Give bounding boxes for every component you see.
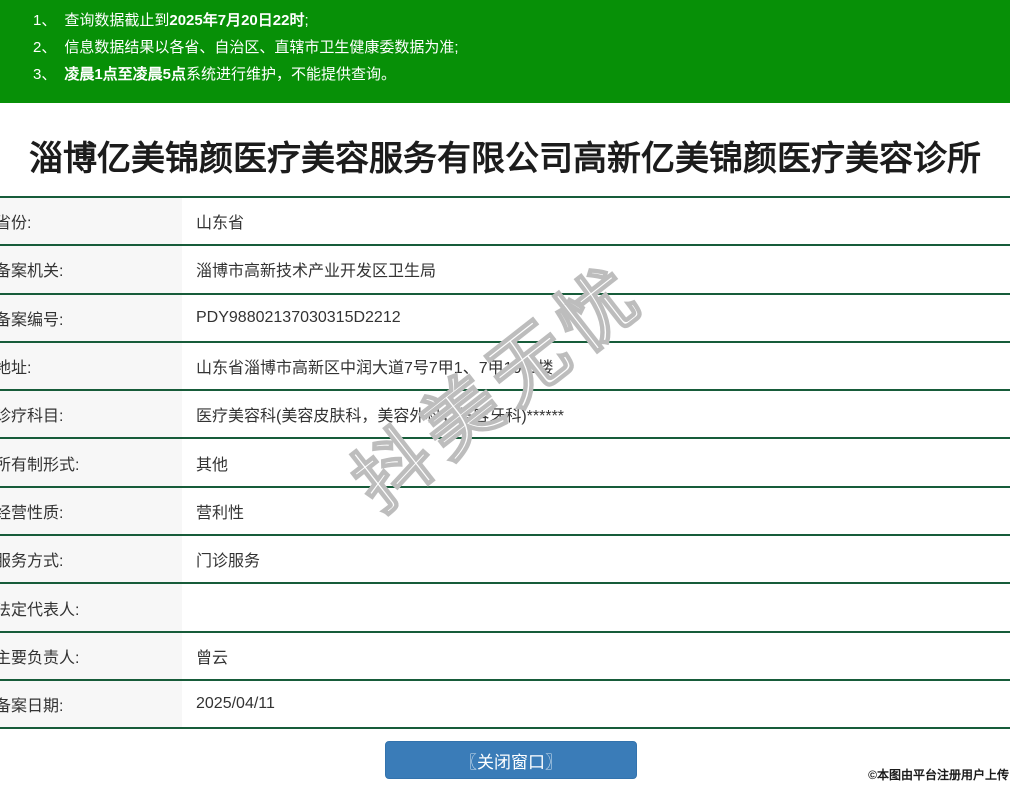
row-value: 2025/04/11 <box>182 695 1010 713</box>
notice-text-bold: 2025年7月20日22时 <box>169 12 304 29</box>
row-label: 经营性质: <box>0 488 182 534</box>
row-value: PDY98802137030315D2212 <box>182 309 1010 327</box>
table-row: 备案机关: 淄博市高新技术产业开发区卫生局 <box>0 244 1010 292</box>
notice-line: 3、凌晨1点至凌晨5点系统进行维护，不能提供查询。 <box>0 61 1010 88</box>
row-value: 曾云 <box>182 644 1010 668</box>
row-label: 服务方式: <box>0 536 182 582</box>
row-label: 备案日期: <box>0 681 182 727</box>
row-label: 所有制形式: <box>0 439 182 485</box>
row-value: 营利性 <box>182 499 1010 523</box>
notice-line: 1、查询数据截止到2025年7月20日22时; <box>0 7 1010 34</box>
row-value: 医疗美容科(美容皮肤科，美容外科，美容牙科)****** <box>182 402 1010 426</box>
table-row: 备案日期: 2025/04/11 <box>0 679 1010 727</box>
row-label: 备案机关: <box>0 246 182 292</box>
notice-banner: 1、查询数据截止到2025年7月20日22时; 2、信息数据结果以各省、自治区、… <box>0 0 1010 103</box>
table-row: 法定代表人: <box>0 582 1010 630</box>
info-table: 省份: 山东省 备案机关: 淄博市高新技术产业开发区卫生局 备案编号: PDY9… <box>0 196 1010 729</box>
table-row: 经营性质: 营利性 <box>0 486 1010 534</box>
notice-text: 系统进行维护，不能提供查询。 <box>186 66 396 83</box>
notice-line: 2、信息数据结果以各省、自治区、直辖市卫生健康委数据为准; <box>0 34 1010 61</box>
row-label: 省份: <box>0 198 182 244</box>
row-value: 山东省淄博市高新区中润大道7号7甲1、7甲10二楼 <box>182 354 1010 378</box>
table-row: 备案编号: PDY98802137030315D2212 <box>0 293 1010 341</box>
row-value: 淄博市高新技术产业开发区卫生局 <box>182 257 1010 281</box>
attribution-note: ©本图由平台注册用户上传 <box>868 766 1009 783</box>
notice-line-number: 2、 <box>33 39 56 56</box>
close-window-button[interactable]: 〖关闭窗口〗 <box>385 741 637 779</box>
table-row: 主要负责人: 曾云 <box>0 631 1010 679</box>
table-row: 服务方式: 门诊服务 <box>0 534 1010 582</box>
row-label: 法定代表人: <box>0 584 182 630</box>
row-label: 地址: <box>0 343 182 389</box>
row-value: 山东省 <box>182 209 1010 233</box>
notice-text: ; <box>304 12 308 29</box>
row-value: 门诊服务 <box>182 547 1010 571</box>
table-row: 省份: 山东省 <box>0 196 1010 244</box>
table-row: 所有制形式: 其他 <box>0 437 1010 485</box>
row-value: 其他 <box>182 451 1010 475</box>
notice-line-number: 3、 <box>33 66 56 83</box>
notice-text-bold: 凌晨1点至凌晨5点 <box>64 66 186 83</box>
row-label: 主要负责人: <box>0 633 182 679</box>
table-row: 诊疗科目: 医疗美容科(美容皮肤科，美容外科，美容牙科)****** <box>0 389 1010 437</box>
notice-line-number: 1、 <box>33 12 56 29</box>
table-row: 地址: 山东省淄博市高新区中润大道7号7甲1、7甲10二楼 <box>0 341 1010 389</box>
row-label: 备案编号: <box>0 295 182 341</box>
page-title: 淄博亿美锦颜医疗美容服务有限公司高新亿美锦颜医疗美容诊所 <box>0 131 1010 180</box>
notice-text: 查询数据截止到 <box>64 12 169 29</box>
row-label: 诊疗科目: <box>0 391 182 437</box>
notice-text: 信息数据结果以各省、自治区、直辖市卫生健康委数据为准; <box>64 39 458 56</box>
